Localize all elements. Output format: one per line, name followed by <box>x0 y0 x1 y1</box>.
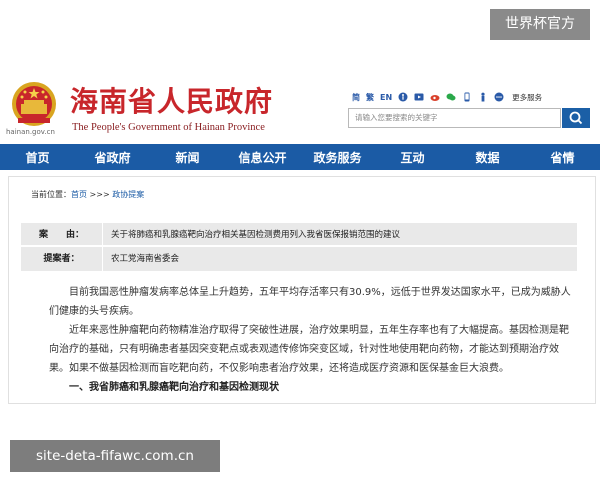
accessibility-icon[interactable] <box>398 92 408 102</box>
site-title[interactable]: 海南省人民政府 <box>70 80 273 120</box>
nav-item-data[interactable]: 数据 <box>450 149 525 166</box>
content-panel: 当前位置：首页 >>> 政协提案 案 由： 关于将肺癌和乳腺癌靶向治疗相关基因检… <box>8 176 596 404</box>
article-body: 目前我国恶性肿瘤发病率总体呈上升趋势，五年平均存活率只有30.9%，远低于世界发… <box>49 283 577 397</box>
article-paragraph: 目前我国恶性肿瘤发病率总体呈上升趋势，五年平均存活率只有30.9%，远低于世界发… <box>49 287 571 317</box>
proposal-proposer-label: 提案者： <box>21 247 103 271</box>
breadcrumb: 当前位置：首页 >>> 政协提案 <box>31 189 144 200</box>
toolbar-english[interactable]: EN <box>380 93 392 102</box>
search-input[interactable]: 请输入您要搜索的关键字 <box>348 108 561 128</box>
video-icon[interactable] <box>414 92 424 102</box>
nav-item-news[interactable]: 新闻 <box>150 149 225 166</box>
toolbar-traditional[interactable]: 繁 <box>366 92 374 103</box>
wechat-icon[interactable] <box>446 92 456 102</box>
site-header: hainan.gov.cn 海南省人民政府 The People's Gover… <box>0 66 600 144</box>
breadcrumb-current[interactable]: 政协提案 <box>112 190 144 199</box>
toolbar-simplified[interactable]: 简 <box>352 92 360 103</box>
article-section-heading: 一、我省肺癌和乳腺癌靶向治疗和基因检测现状 <box>69 382 279 393</box>
weibo-icon[interactable] <box>430 92 440 102</box>
more-services-icon[interactable] <box>494 92 504 102</box>
nav-item-province-info[interactable]: 省情 <box>525 149 600 166</box>
breadcrumb-prefix: 当前位置： <box>31 190 71 199</box>
mobile-icon[interactable] <box>462 92 472 102</box>
main-nav: 首页 省政府 新闻 信息公开 政务服务 互动 数据 省情 <box>0 144 600 170</box>
watermark-top: 世界杯官方 <box>490 9 590 40</box>
breadcrumb-separator: >>> <box>87 190 113 199</box>
breadcrumb-home[interactable]: 首页 <box>71 190 87 199</box>
nav-item-gov-services[interactable]: 政务服务 <box>300 149 375 166</box>
nav-item-home[interactable]: 首页 <box>0 149 75 166</box>
site-domain: hainan.gov.cn <box>6 128 55 136</box>
proposal-proposer: 农工党海南省委会 <box>111 254 180 264</box>
proposal-subject-row: 案 由： 关于将肺癌和乳腺癌靶向治疗相关基因检测费用列入我省医保报销范围的建议 <box>21 223 577 247</box>
nav-item-info-disclosure[interactable]: 信息公开 <box>225 149 300 166</box>
proposal-subject-label: 案 由： <box>21 223 103 245</box>
more-services-link[interactable]: 更多服务 <box>512 92 542 103</box>
proposal-proposer-row: 提案者： 农工党海南省委会 <box>21 247 577 271</box>
header-toolbar: 简 繁 EN 更多服务 <box>352 90 542 104</box>
elderly-icon[interactable] <box>478 92 488 102</box>
nav-item-interaction[interactable]: 互动 <box>375 149 450 166</box>
national-emblem-icon <box>12 82 56 126</box>
site-title-english: The People's Government of Hainan Provin… <box>72 122 265 133</box>
nav-item-government[interactable]: 省政府 <box>75 149 150 166</box>
search-icon <box>569 111 583 125</box>
watermark-bottom: site-deta-fifawc.com.cn <box>10 440 220 472</box>
search-button[interactable] <box>562 108 590 128</box>
proposal-subject: 关于将肺癌和乳腺癌靶向治疗相关基因检测费用列入我省医保报销范围的建议 <box>111 230 401 240</box>
article-paragraph: 近年来恶性肿瘤靶向药物精准治疗取得了突破性进展，治疗效果明显，五年生存率也有了大… <box>49 325 569 374</box>
